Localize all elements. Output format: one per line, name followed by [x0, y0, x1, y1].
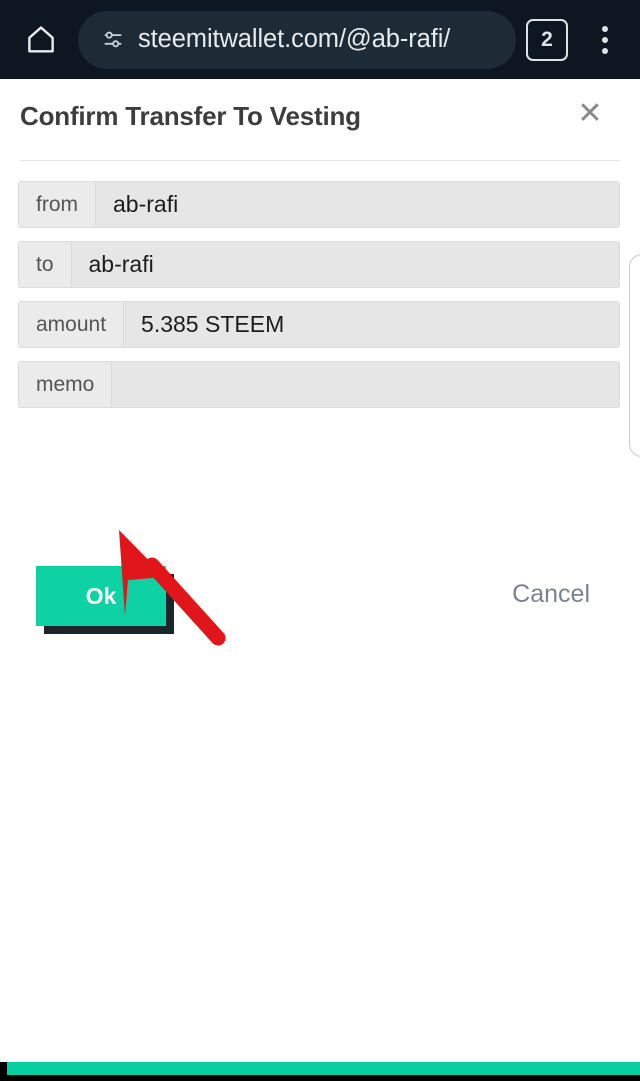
- dialog-header: Confirm Transfer To Vesting ✕: [0, 79, 640, 157]
- bottom-black-strip: [0, 1075, 640, 1081]
- field-row-to: to ab-rafi: [18, 241, 620, 288]
- kebab-dot: [602, 25, 608, 32]
- site-settings-icon[interactable]: [100, 27, 126, 53]
- edge-panel: [629, 254, 640, 457]
- header-divider: [20, 160, 620, 161]
- url-bar[interactable]: steemitwallet.com/@ab-rafi/: [78, 10, 516, 69]
- field-value-from[interactable]: ab-rafi: [95, 181, 620, 228]
- cancel-button[interactable]: Cancel: [512, 580, 590, 609]
- kebab-dot: [602, 36, 608, 43]
- home-icon[interactable]: [18, 17, 64, 63]
- field-value-to[interactable]: ab-rafi: [70, 241, 620, 288]
- bottom-accent-bar: [7, 1062, 640, 1075]
- url-text: steemitwallet.com/@ab-rafi/: [138, 25, 451, 53]
- field-value-memo[interactable]: [111, 361, 620, 408]
- page-content: Confirm Transfer To Vesting ✕ from ab-ra…: [0, 79, 640, 1062]
- field-label-amount: amount: [18, 301, 124, 348]
- kebab-menu-icon[interactable]: [590, 20, 620, 60]
- field-row-amount: amount 5.385 STEEM: [18, 301, 620, 348]
- field-label-memo: memo: [18, 361, 112, 408]
- field-value-amount[interactable]: 5.385 STEEM: [123, 301, 620, 348]
- field-row-memo: memo: [18, 361, 620, 408]
- tab-counter-button[interactable]: 2: [526, 18, 568, 61]
- page-title: Confirm Transfer To Vesting: [20, 101, 361, 131]
- transfer-form: from ab-rafi to ab-rafi amount 5.385 STE…: [18, 181, 620, 634]
- dialog-actions: Ok Cancel: [18, 566, 640, 656]
- field-label-from: from: [18, 181, 95, 228]
- browser-toolbar: steemitwallet.com/@ab-rafi/ 2: [0, 0, 640, 79]
- close-icon[interactable]: ✕: [573, 97, 607, 131]
- tab-count-label: 2: [541, 27, 553, 51]
- kebab-dot: [602, 47, 608, 54]
- field-label-to: to: [18, 241, 71, 288]
- ok-button[interactable]: Ok: [36, 566, 166, 626]
- field-row-from: from ab-rafi: [18, 181, 620, 228]
- bottom-black-strip-left: [0, 1062, 7, 1075]
